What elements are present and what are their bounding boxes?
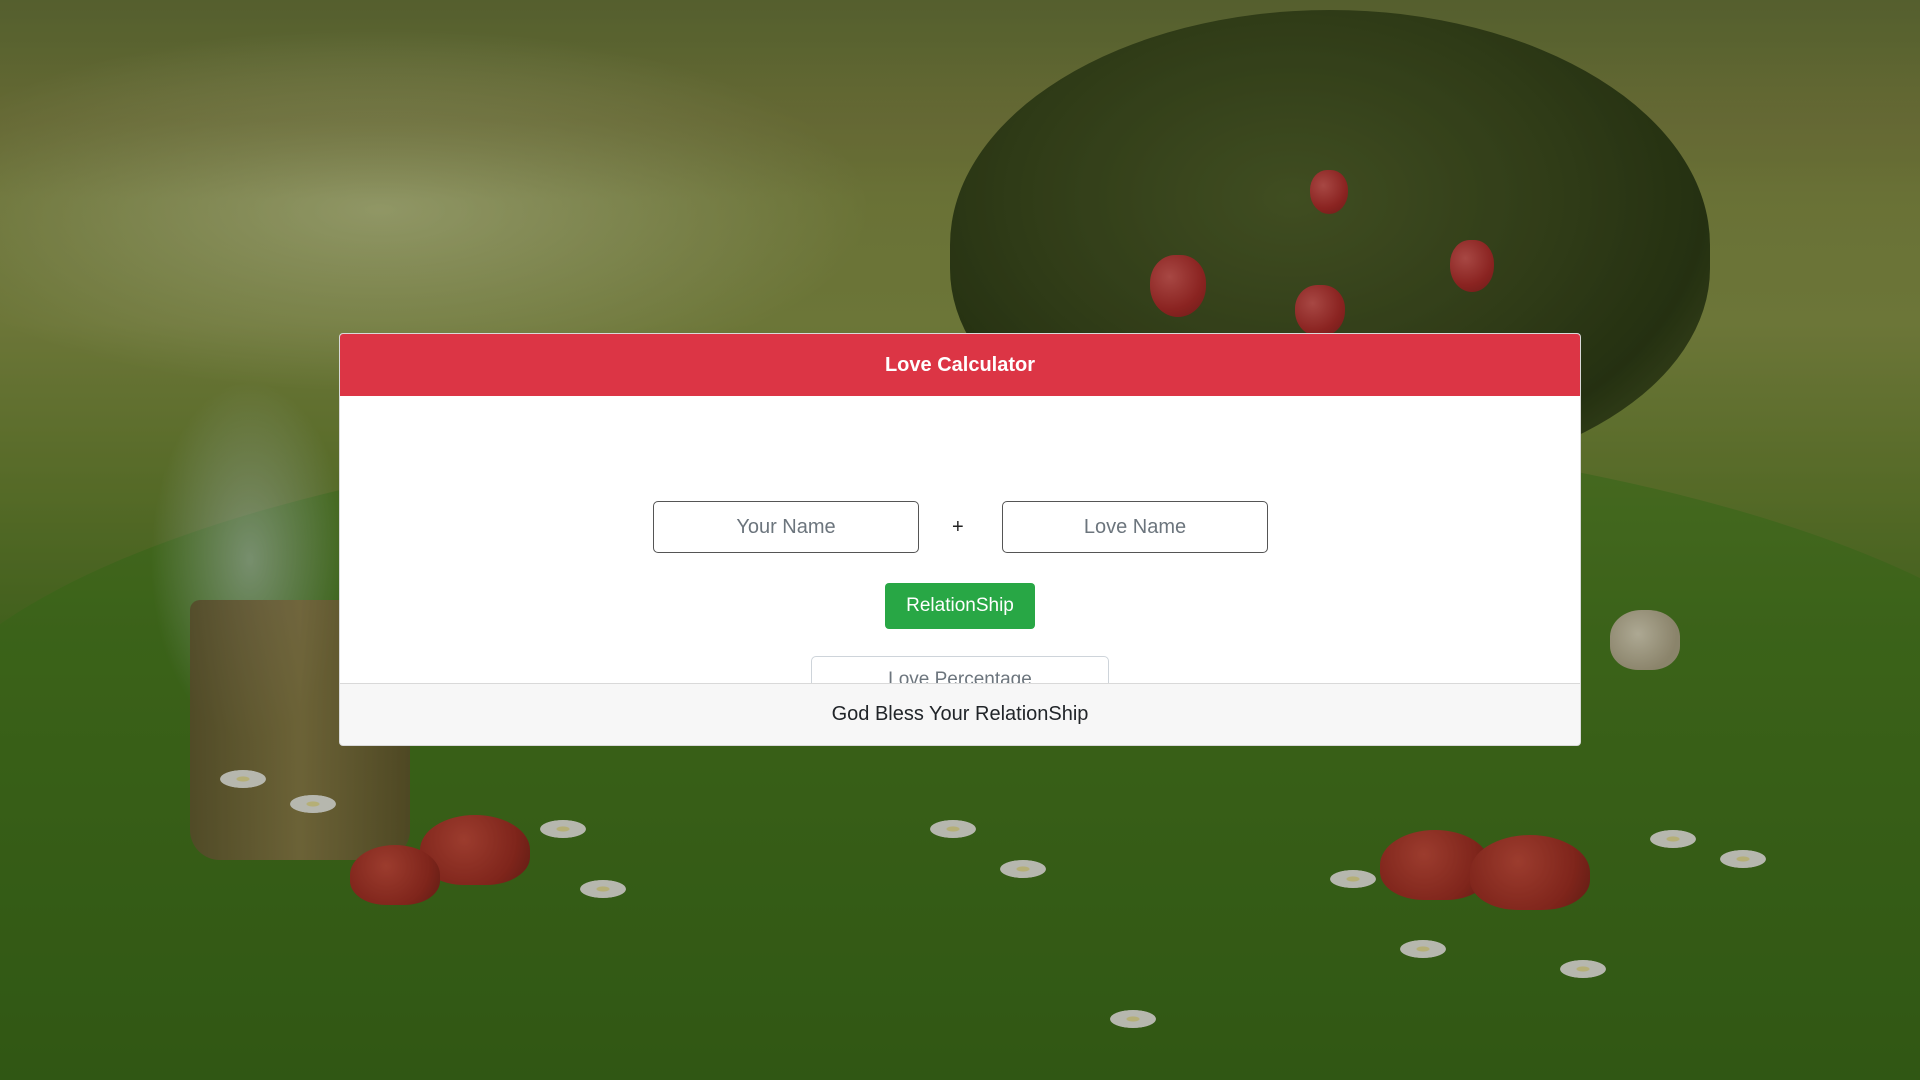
card-header: Love Calculator (340, 334, 1580, 396)
love-name-input[interactable] (1002, 501, 1268, 553)
card-footer: God Bless Your RelationShip (340, 683, 1580, 745)
card-body: + RelationShip (340, 396, 1580, 704)
card-title: Love Calculator (884, 353, 1036, 376)
your-name-input[interactable] (653, 501, 919, 553)
love-calculator-card: Love Calculator + RelationShip God Bless… (339, 333, 1581, 746)
footer-text: God Bless Your RelationShip (831, 703, 1089, 725)
plus-sign: + (952, 516, 964, 538)
relationship-button[interactable]: RelationShip (885, 583, 1035, 629)
